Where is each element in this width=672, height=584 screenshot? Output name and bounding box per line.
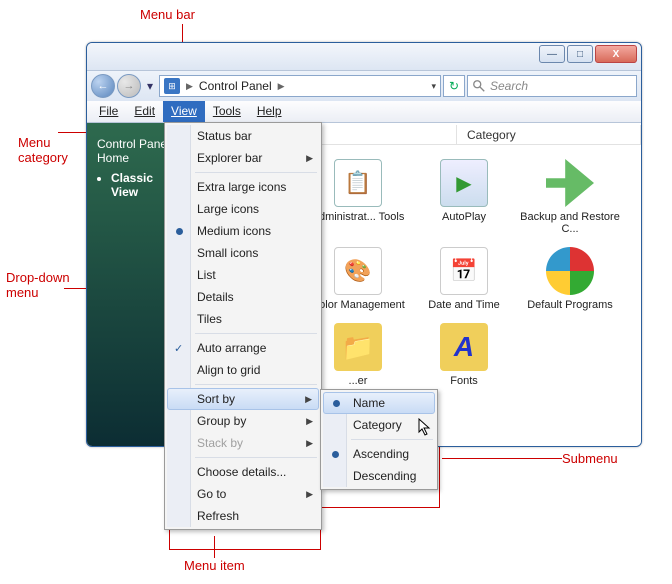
menu-file[interactable]: File <box>91 101 126 122</box>
fonts-icon: A <box>440 323 488 371</box>
annotation-menu-category: Menu category <box>18 135 68 165</box>
menu-bar: File Edit View Tools Help Status bar Exp… <box>87 101 641 123</box>
breadcrumb[interactable]: ⊞ ▶ Control Panel ▶ ▾ <box>159 75 441 97</box>
annotation-menubar: Menu bar <box>140 7 195 22</box>
annotation-submenu: Submenu <box>562 451 618 466</box>
menuitem-align-to-grid[interactable]: Align to grid <box>167 359 319 381</box>
control-panel-icon: ⊞ <box>164 78 180 94</box>
radio-dot-icon <box>333 400 340 407</box>
back-button[interactable]: ← <box>91 74 115 98</box>
forward-button[interactable]: → <box>117 74 141 98</box>
submenu-ascending[interactable]: Ascending <box>323 443 435 465</box>
radio-dot-icon <box>176 228 183 235</box>
menuitem-choose-details[interactable]: Choose details... <box>167 461 319 483</box>
default-programs-icon <box>546 247 594 295</box>
annotation-menu-item: Menu item <box>184 558 245 573</box>
menu-edit[interactable]: Edit <box>126 101 163 122</box>
menuitem-status-bar[interactable]: Status bar <box>167 125 319 147</box>
chevron-right-icon: ▶ <box>305 394 312 405</box>
radio-dot-icon <box>332 451 339 458</box>
explorer-window: — □ X ← → ▾ ⊞ ▶ Control Panel ▶ ▾ ↻ Sear… <box>86 42 642 447</box>
check-icon: ✓ <box>174 342 183 355</box>
menuitem-go-to[interactable]: Go to▶ <box>167 483 319 505</box>
menu-help[interactable]: Help <box>249 101 290 122</box>
view-dropdown-menu: Status bar Explorer bar▶ Extra large ico… <box>164 122 322 530</box>
menuitem-small-icons[interactable]: Small icons <box>167 242 319 264</box>
column-category[interactable]: Category <box>457 125 641 144</box>
menuitem-tiles[interactable]: Tiles <box>167 308 319 330</box>
chevron-right-icon: ▶ <box>306 438 313 449</box>
backup-icon <box>546 159 594 207</box>
search-icon <box>472 79 486 93</box>
chevron-right-icon: ▶ <box>306 153 313 164</box>
chevron-right-icon: ▶ <box>306 416 313 427</box>
menu-view[interactable]: View <box>163 101 205 122</box>
nav-history-dropdown[interactable]: ▾ <box>143 76 157 96</box>
list-item[interactable]: AFonts <box>411 323 517 387</box>
menu-tools[interactable]: Tools <box>205 101 249 122</box>
admin-tools-icon <box>334 159 382 207</box>
menuitem-auto-arrange[interactable]: ✓Auto arrange <box>167 337 319 359</box>
menuitem-refresh[interactable]: Refresh <box>167 505 319 527</box>
menuitem-medium-icons[interactable]: Medium icons <box>167 220 319 242</box>
breadcrumb-control-panel[interactable]: Control Panel <box>199 79 272 93</box>
submenu-descending[interactable]: Descending <box>323 465 435 487</box>
menuitem-list[interactable]: List <box>167 264 319 286</box>
date-time-icon <box>440 247 488 295</box>
refresh-button[interactable]: ↻ <box>443 75 465 97</box>
menuitem-sort-by[interactable]: Sort by▶ <box>167 388 319 410</box>
list-item[interactable]: Backup and Restore C... <box>517 159 623 235</box>
list-item[interactable]: Default Programs <box>517 247 623 311</box>
chevron-right-icon: ▶ <box>306 489 313 500</box>
address-dropdown-icon[interactable]: ▾ <box>431 81 436 92</box>
menuitem-stack-by: Stack by▶ <box>167 432 319 454</box>
sort-by-submenu: Name Category Ascending Descending <box>320 389 438 490</box>
annotation-dropdown: Drop-down menu <box>6 270 70 300</box>
maximize-button[interactable]: □ <box>567 45 593 63</box>
menuitem-large-icons[interactable]: Large icons <box>167 198 319 220</box>
folder-icon <box>334 323 382 371</box>
submenu-category[interactable]: Category <box>323 414 435 436</box>
address-bar: ← → ▾ ⊞ ▶ Control Panel ▶ ▾ ↻ Search <box>87 71 641 101</box>
list-item[interactable]: AutoPlay <box>411 159 517 235</box>
menuitem-details[interactable]: Details <box>167 286 319 308</box>
titlebar: — □ X <box>87 43 641 71</box>
menuitem-group-by[interactable]: Group by▶ <box>167 410 319 432</box>
minimize-button[interactable]: — <box>539 45 565 63</box>
menuitem-explorer-bar[interactable]: Explorer bar▶ <box>167 147 319 169</box>
submenu-name[interactable]: Name <box>323 392 435 414</box>
close-button[interactable]: X <box>595 45 637 63</box>
autoplay-icon <box>440 159 488 207</box>
search-input[interactable]: Search <box>467 75 637 97</box>
list-item[interactable]: Date and Time <box>411 247 517 311</box>
color-icon <box>334 247 382 295</box>
menuitem-extra-large-icons[interactable]: Extra large icons <box>167 176 319 198</box>
